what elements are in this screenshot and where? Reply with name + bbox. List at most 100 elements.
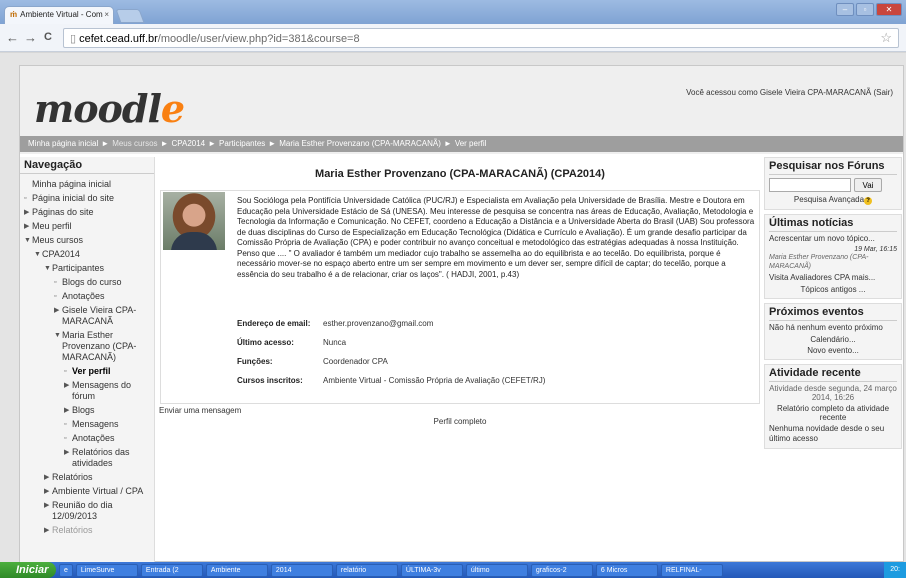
breadcrumb: Minha página inicial ► Meus cursos ► CPA2014… [20, 136, 903, 152]
nav-item-label: Anotações [62, 291, 105, 301]
nav-item-label: Minha página inicial [32, 179, 112, 189]
bullet-icon: ▫ [64, 421, 67, 428]
nav-item[interactable]: ▶ Blogs [24, 405, 150, 416]
forum-search-button[interactable]: Vai [854, 178, 882, 192]
profile-field-value[interactable]: Ambiente Virtual - Comissão Própria de A… [323, 376, 545, 385]
taskbar-window-button[interactable]: ÚLTIMA-3v [400, 563, 463, 577]
new-tab-button[interactable] [115, 9, 145, 23]
taskbar-window-button[interactable]: último [465, 563, 528, 577]
breadcrumb-item[interactable]: Participantes [219, 139, 265, 148]
nav-item[interactable]: ▶ Gisele Vieira CPA-MARACANÃ [24, 305, 150, 327]
collapsed-arrow-icon: ▶ [64, 407, 70, 414]
nav-item[interactable]: ▫ Blogs do curso [24, 277, 150, 288]
nav-item[interactable]: ▼ CPA2014 [24, 249, 150, 260]
nav-item-label: Página inicial do site [32, 193, 115, 203]
older-topics-link[interactable]: Tópicos antigos ... [769, 285, 897, 294]
nav-item[interactable]: ▶ Páginas do site [24, 207, 150, 218]
full-report-link[interactable]: Relatório completo da atividade recente [769, 404, 897, 422]
taskbar-window-button[interactable]: 6 Micros [595, 563, 658, 577]
nav-item[interactable]: ▼ Participantes [24, 263, 150, 274]
news-post-link[interactable]: Visita Avaliadores CPA mais... [769, 273, 897, 283]
window-close-button[interactable]: ✕ [876, 3, 902, 16]
nav-item-label: Reunião do dia 12/09/2013 [52, 500, 113, 521]
breadcrumb-item[interactable]: Maria Esther Provenzano (CPA-MARACANÃ) [279, 139, 441, 148]
minimize-button[interactable]: – [836, 3, 854, 16]
nav-item[interactable]: ▶ Mensagens do fórum [24, 380, 150, 402]
collapsed-arrow-icon: ▶ [64, 449, 70, 456]
taskbar-window-button[interactable]: RELFINAL- [660, 563, 723, 577]
profile-field-label: Último acesso: [237, 338, 294, 347]
moodle-logo[interactable]: moodle [34, 86, 185, 131]
full-profile-link[interactable]: Perfil completo [158, 417, 762, 426]
breadcrumb-item[interactable]: CPA2014 [171, 139, 205, 148]
bullet-icon: ▫ [54, 293, 57, 300]
taskbar-window-button[interactable]: LimeSurve [75, 563, 138, 577]
nav-item-label: Páginas do site [32, 207, 94, 217]
nav-item[interactable]: ▫ Anotações [24, 291, 150, 302]
system-tray-clock: 20: [884, 562, 906, 578]
moodle-favicon-icon: ṁ [10, 10, 18, 19]
nav-item[interactable]: ▼ Maria Esther Provenzano (CPA-MARACANÃ) [24, 330, 150, 363]
nav-item-label: Mensagens [72, 419, 119, 429]
calendar-link[interactable]: Calendário... [769, 335, 897, 344]
new-event-link[interactable]: Novo evento... [769, 346, 897, 355]
nav-item[interactable]: ▶ Relatórios das atividades [24, 447, 150, 469]
nav-item[interactable]: ▫ Mensagens [24, 419, 150, 430]
nav-item[interactable]: ▶ Reunião do dia 12/09/2013 [24, 500, 150, 522]
nav-item-label: Relatórios [52, 525, 93, 535]
forward-arrow-icon[interactable]: → [24, 30, 37, 45]
collapsed-arrow-icon: ▶ [44, 488, 50, 495]
taskbar-window-button[interactable]: relatório [335, 563, 398, 577]
tab-close-icon[interactable]: × [104, 10, 109, 19]
nav-item[interactable]: ▶ Relatórios [24, 472, 150, 483]
start-button[interactable]: Iniciar [0, 562, 56, 578]
breadcrumb-separator-icon: ► [268, 139, 277, 148]
nav-item[interactable]: ▶ Relatórios [24, 525, 150, 536]
collapsed-arrow-icon: ▶ [54, 307, 60, 314]
maximize-button[interactable]: ▫ [856, 3, 874, 16]
taskbar-window-button[interactable]: 2014 [270, 563, 333, 577]
nav-item[interactable]: ▫ Anotações [24, 433, 150, 444]
address-bar[interactable]: ▯ cefet.cead.uff.br/moodle/user/view.php… [63, 28, 899, 48]
breadcrumb-item[interactable]: Minha página inicial [28, 139, 98, 148]
profile-box: Sou Socióloga pela Pontifícia Universida… [160, 190, 760, 404]
right-column: Pesquisar nos Fóruns Vai Pesquisa Avança… [764, 157, 902, 562]
page-title: Maria Esther Provenzano (CPA-MARACANÃ) (… [315, 168, 605, 180]
expanded-arrow-icon: ▼ [34, 251, 41, 258]
add-topic-link[interactable]: Acrescentar um novo tópico... [769, 234, 897, 244]
news-author: Maria Esther Provenzano (CPA-MARACANÃ) [769, 254, 869, 270]
breadcrumb-item[interactable]: Ver perfil [455, 139, 487, 148]
nav-item[interactable]: ▶ Meu perfil [24, 221, 150, 232]
nav-item[interactable]: Minha página inicial [24, 179, 150, 190]
breadcrumb-item[interactable]: Meus cursos [112, 139, 157, 148]
url-path: /moodle/user/view.php?id=381&course=8 [157, 33, 360, 45]
profile-field-label: Endereço de email: [237, 319, 311, 328]
nav-item[interactable]: ▼ Meus cursos [24, 235, 150, 246]
reload-icon[interactable]: C [44, 31, 52, 43]
send-message-link[interactable]: Enviar uma mensagem [159, 406, 241, 415]
nav-item[interactable]: ▫ Página inicial do site [24, 193, 150, 204]
back-arrow-icon[interactable]: ← [6, 30, 19, 45]
windows-taskbar: Iniciar e LimeSurve Entrada (2 Ambiente 201… [0, 562, 906, 578]
collapsed-arrow-icon: ▶ [24, 209, 30, 216]
forum-search-input[interactable] [769, 178, 851, 192]
browser-tab[interactable]: ṁ Ambiente Virtual - Com × [4, 6, 114, 24]
advanced-search-link[interactable]: Pesquisa Avançada [794, 195, 864, 204]
page-icon: ▯ [70, 33, 80, 45]
search-forums-title: Pesquisar nos Fóruns [769, 160, 897, 175]
taskbar-window-button[interactable]: graficos-2 [530, 563, 593, 577]
tab-title: Ambiente Virtual - Com [20, 10, 103, 19]
upcoming-events-title: Próximos eventos [769, 306, 897, 321]
login-info[interactable]: Você acessou como Gisele Vieira CPA-MARA… [686, 88, 893, 97]
bullet-icon: ▫ [24, 195, 27, 202]
taskbar-window-button[interactable]: Ambiente [205, 563, 268, 577]
expanded-arrow-icon: ▼ [44, 265, 51, 272]
profile-field-value[interactable]: esther.provenzano@gmail.com [323, 319, 433, 328]
help-icon[interactable]: ? [864, 197, 873, 205]
taskbar-window-button[interactable]: Entrada (2 [140, 563, 203, 577]
nav-item-label: Mensagens do fórum [72, 380, 132, 401]
ie-quicklaunch-icon[interactable]: e [59, 563, 73, 577]
nav-item[interactable]: ▶ Ambiente Virtual / CPA [24, 486, 150, 497]
bookmark-star-icon[interactable]: ☆ [880, 30, 892, 46]
nav-item[interactable]: ▫ Ver perfil [24, 366, 150, 377]
